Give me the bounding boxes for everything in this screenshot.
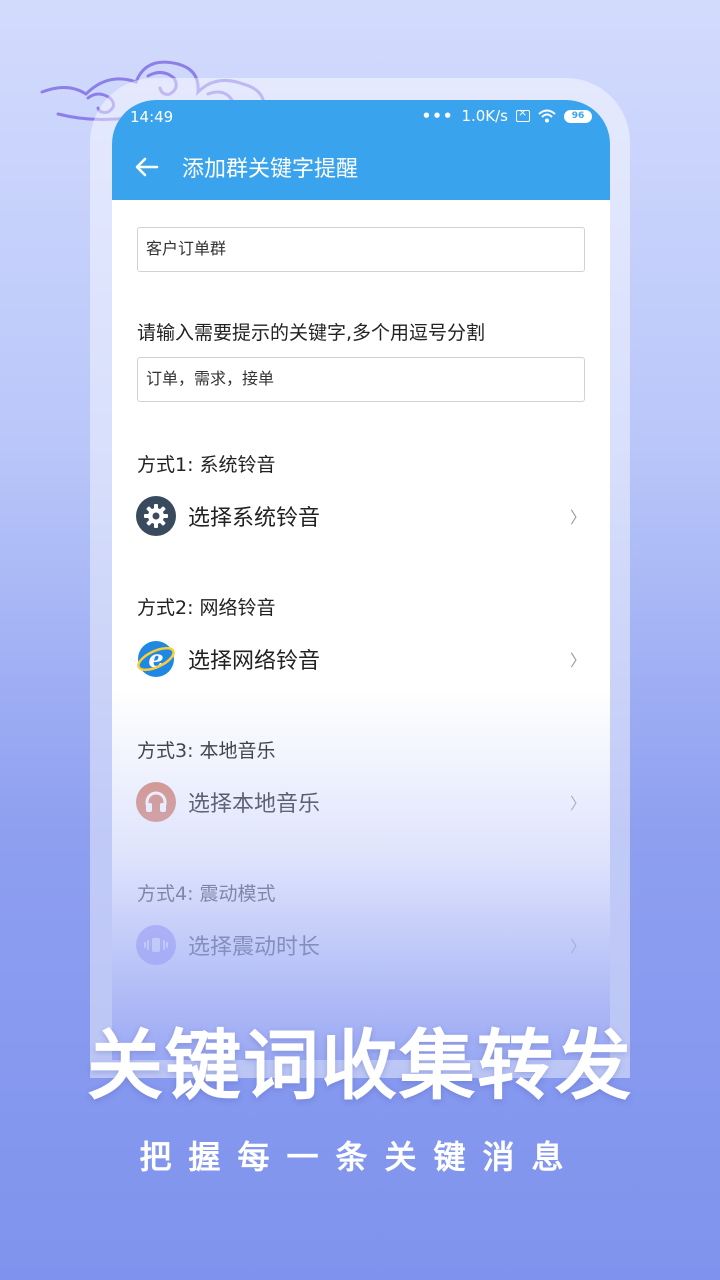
phone-screen: 14:49 ••• 1.0K/s 96 添加群关键字提醒 客户订单群 请输入需要… — [112, 100, 610, 1060]
more-dots-icon: ••• — [421, 107, 454, 125]
chevron-right-icon: 〉 — [569, 651, 586, 670]
option-3-label: 选择本地音乐 — [188, 792, 321, 817]
option-3-header: 方式3: 本地音乐 — [137, 740, 276, 762]
keywords-label: 请输入需要提示的关键字,多个用逗号分割 — [137, 322, 486, 344]
status-time: 14:49 — [130, 108, 174, 126]
select-local-music-button[interactable]: 选择本地音乐 〉 — [136, 778, 586, 826]
select-vibration-duration-button[interactable]: 选择震动时长 〉 — [136, 921, 586, 969]
page-title: 添加群关键字提醒 — [182, 157, 359, 182]
toolbar: 添加群关键字提醒 — [112, 134, 610, 200]
promo-headline: 关键词收集转发 — [87, 1021, 633, 1110]
chevron-right-icon: 〉 — [569, 937, 586, 956]
wifi-icon — [538, 109, 556, 123]
chevron-right-icon: 〉 — [569, 794, 586, 813]
battery-icon: 96 — [564, 109, 592, 123]
internet-explorer-icon: e — [136, 639, 176, 679]
keywords-field[interactable]: 订单，需求，接单 — [137, 357, 585, 402]
network-speed: 1.0K/s — [461, 107, 508, 125]
no-sim-icon — [516, 106, 530, 122]
headphones-icon — [136, 782, 176, 822]
option-4-header: 方式4: 震动模式 — [137, 883, 276, 905]
promo-subline: 把握每一条关键消息 — [139, 1138, 581, 1176]
vibration-icon — [136, 925, 176, 965]
status-right: ••• 1.0K/s 96 — [421, 106, 592, 125]
option-2-label: 选择网络铃音 — [188, 649, 321, 674]
group-name-field[interactable]: 客户订单群 — [137, 227, 585, 272]
option-1-header: 方式1: 系统铃音 — [137, 454, 276, 476]
option-2-header: 方式2: 网络铃音 — [137, 597, 276, 619]
back-arrow-icon[interactable] — [112, 134, 182, 200]
gear-icon — [136, 496, 176, 536]
chevron-right-icon: 〉 — [569, 508, 586, 527]
select-network-ringtone-button[interactable]: e 选择网络铃音 〉 — [136, 635, 586, 683]
option-4-label: 选择震动时长 — [188, 935, 321, 960]
select-system-ringtone-button[interactable]: 选择系统铃音 〉 — [136, 492, 586, 540]
status-bar: 14:49 ••• 1.0K/s 96 — [112, 100, 610, 134]
option-1-label: 选择系统铃音 — [188, 506, 321, 531]
